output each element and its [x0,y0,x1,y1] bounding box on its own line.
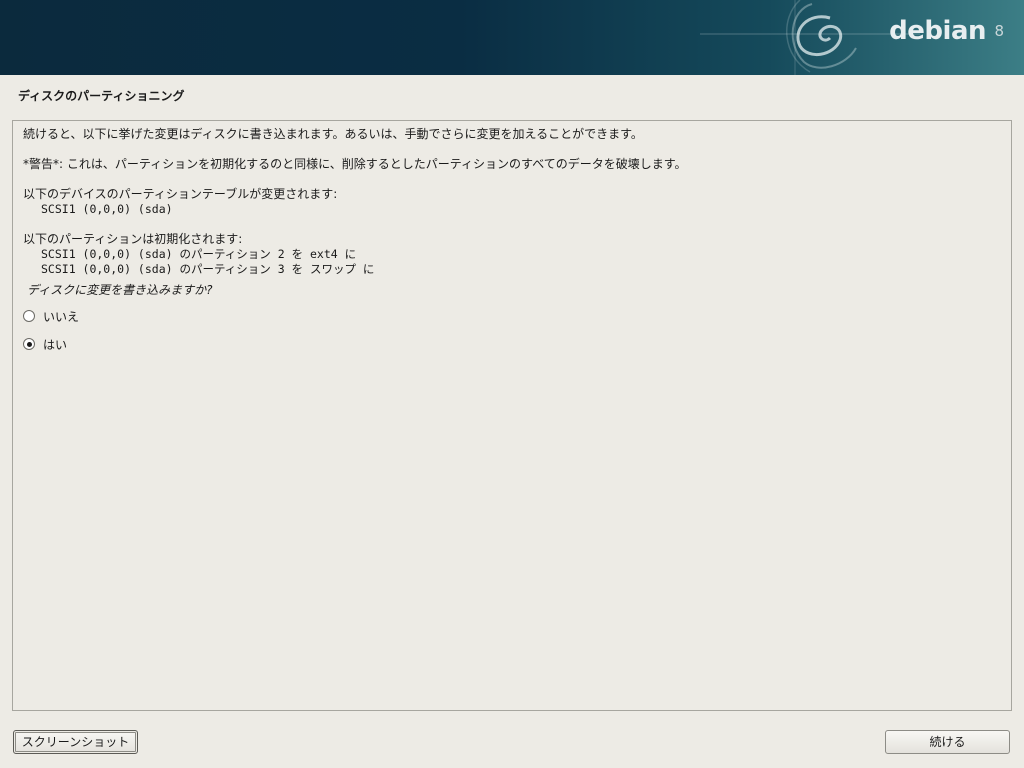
option-no-label: いいえ [43,309,80,324]
format-item-1: SCSI1 (0,0,0) (sda) のパーティション 2 を ext4 に [41,247,357,261]
warning-text: *警告*: これは、パーティションを初期化するのと同様に、削除するとしたパーティ… [23,157,687,171]
radio-yes[interactable] [23,338,35,350]
option-no[interactable]: いいえ [23,307,79,325]
option-yes[interactable]: はい [23,335,67,353]
screenshot-button[interactable]: スクリーンショット [13,730,138,754]
partition-table-heading: 以下のデバイスのパーティションテーブルが変更されます: [23,187,338,201]
page-title: ディスクのパーティショニング [18,89,185,103]
radio-no[interactable] [23,310,35,322]
debian-swirl-logo [700,0,920,75]
format-heading: 以下のパーティションは初期化されます: [23,232,243,246]
debian-version-number: 8 [994,22,1004,40]
intro-text: 続けると、以下に挙げた変更はディスクに書き込まれます。あるいは、手動でさらに変更… [23,127,643,141]
content-panel: 続けると、以下に挙げた変更はディスクに書き込まれます。あるいは、手動でさらに変更… [12,120,1012,711]
debian-banner: debian 8 [0,0,1024,75]
option-yes-label: はい [43,337,68,352]
format-item-2: SCSI1 (0,0,0) (sda) のパーティション 3 を スワップ に [41,262,375,276]
partition-table-device: SCSI1 (0,0,0) (sda) [41,202,173,216]
question-label: ディスクに変更を書き込みますか? [27,283,213,297]
continue-button[interactable]: 続ける [885,730,1010,754]
debian-logo-text: debian [889,16,986,46]
